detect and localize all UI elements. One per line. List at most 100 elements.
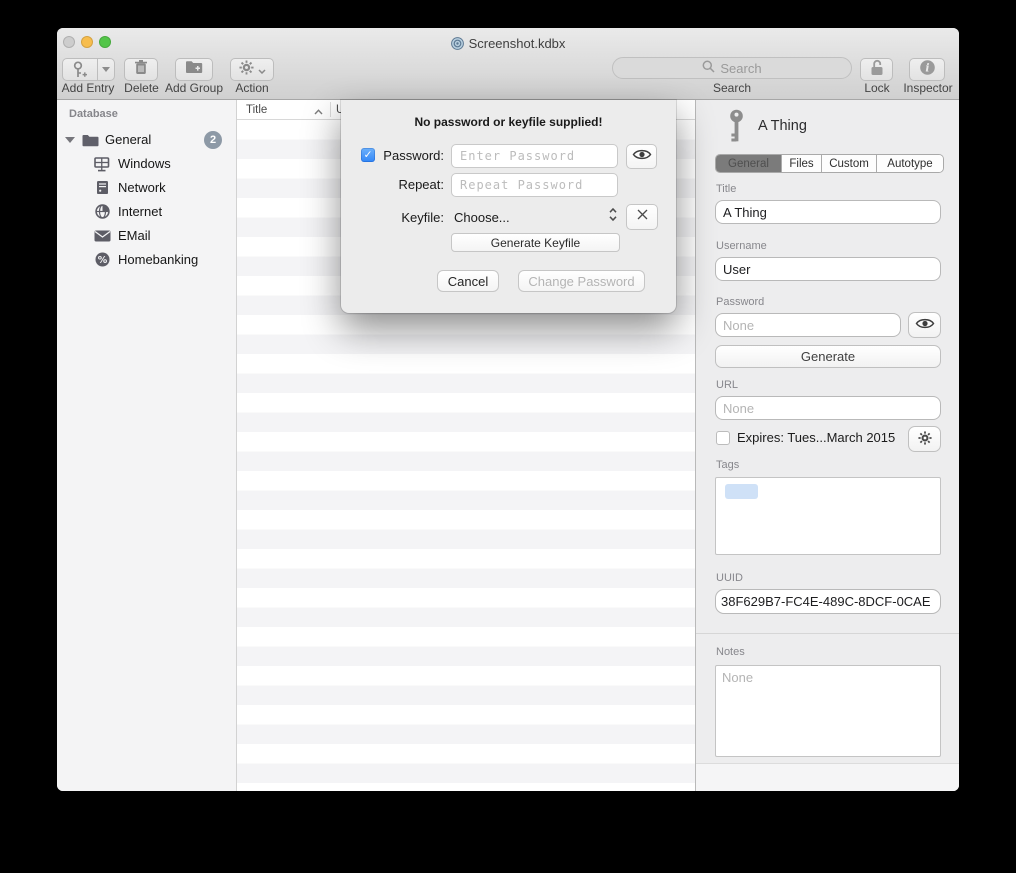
title-field[interactable]	[715, 200, 941, 224]
app-window: Screenshot.kdbx Add Entry Delete Add Gro…	[57, 28, 959, 791]
expires-checkbox[interactable]	[716, 431, 730, 445]
username-field[interactable]	[715, 257, 941, 281]
clear-keyfile-button[interactable]	[626, 204, 658, 230]
notes-label: Notes	[716, 646, 745, 658]
svg-text:i: i	[925, 61, 929, 74]
sort-ascending-icon	[314, 106, 323, 118]
dialog-repeat-field[interactable]	[451, 173, 618, 197]
inspector-panel: A Thing General Files Custom Autotype Ti…	[695, 100, 959, 791]
action-button[interactable]	[230, 58, 274, 81]
search-label: Search	[612, 81, 852, 95]
window-title: Screenshot.kdbx	[57, 36, 959, 51]
column-divider[interactable]	[330, 102, 331, 117]
trash-icon	[134, 59, 148, 80]
dialog-keyfile-label: Keyfile:	[376, 210, 444, 225]
change-password-button[interactable]: Change Password	[518, 270, 645, 292]
username-label: Username	[716, 240, 767, 252]
stepper-icon[interactable]	[608, 207, 618, 227]
url-label: URL	[716, 379, 738, 391]
password-checkbox[interactable]	[361, 148, 375, 162]
inspector-tabs: General Files Custom Autotype	[715, 154, 944, 173]
cancel-button[interactable]: Cancel	[437, 270, 499, 292]
generate-keyfile-button[interactable]: Generate Keyfile	[451, 233, 620, 252]
search-input[interactable]: Search	[612, 57, 852, 79]
folder-plus-icon	[185, 60, 203, 79]
chevron-down-icon	[258, 61, 266, 79]
dialog-password-field[interactable]	[451, 144, 618, 168]
reveal-password-button[interactable]	[908, 312, 941, 338]
search-placeholder: Search	[720, 61, 761, 76]
lock-open-icon	[869, 59, 885, 81]
sidebar-item-label: Network	[118, 180, 166, 195]
info-icon: i	[919, 59, 936, 81]
delete-button[interactable]	[124, 58, 158, 81]
url-field[interactable]	[715, 396, 941, 420]
section-divider	[696, 633, 959, 634]
window-title-text: Screenshot.kdbx	[469, 36, 566, 51]
windows-icon	[94, 157, 110, 175]
sidebar-item-email[interactable]: EMail	[57, 224, 236, 248]
sidebar-item-network[interactable]: Network	[57, 176, 236, 200]
expires-date-button[interactable]	[908, 426, 941, 452]
notes-field[interactable]	[715, 665, 941, 757]
titlebar-toolbar: Screenshot.kdbx Add Entry Delete Add Gro…	[57, 28, 959, 100]
uuid-label: UUID	[716, 572, 743, 584]
gear-icon	[239, 60, 254, 80]
globe-icon	[95, 204, 110, 222]
lock-label: Lock	[852, 81, 902, 95]
dialog-repeat-label: Repeat:	[376, 177, 444, 192]
uuid-field[interactable]	[715, 589, 941, 614]
tags-label: Tags	[716, 459, 739, 471]
chevron-down-icon	[102, 67, 110, 72]
sidebar-item-label: General	[105, 132, 151, 147]
server-icon	[96, 180, 109, 198]
key-icon	[729, 109, 744, 149]
sidebar-item-label: EMail	[118, 228, 151, 243]
tab-files[interactable]: Files	[782, 155, 822, 172]
document-icon	[451, 37, 464, 50]
tab-autotype[interactable]: Autotype	[877, 155, 943, 172]
sidebar-item-homebanking[interactable]: % Homebanking	[57, 248, 236, 272]
inspector-label: Inspector	[897, 81, 959, 95]
close-x-icon	[636, 208, 649, 226]
title-label: Title	[716, 183, 736, 195]
add-entry-dropdown[interactable]	[98, 67, 114, 72]
action-label: Action	[229, 81, 275, 95]
entry-count-badge: 2	[204, 131, 222, 149]
password-label: Password	[716, 296, 764, 308]
sheet-message: No password or keyfile supplied!	[341, 115, 676, 129]
add-entry-button[interactable]	[62, 58, 115, 81]
sidebar: Database General 2 Windows Network Inter…	[57, 100, 237, 791]
dialog-reveal-button[interactable]	[626, 144, 657, 169]
tags-field[interactable]	[715, 477, 941, 555]
gear-icon	[918, 431, 932, 448]
add-group-label: Add Group	[162, 81, 226, 95]
sidebar-item-windows[interactable]: Windows	[57, 152, 236, 176]
svg-text:%: %	[98, 255, 108, 266]
lock-button[interactable]	[860, 58, 893, 81]
add-group-button[interactable]	[175, 58, 213, 81]
sidebar-item-label: Internet	[118, 204, 162, 219]
key-plus-icon	[63, 61, 97, 79]
column-header-title[interactable]: Title	[246, 104, 267, 116]
tag-chip[interactable]	[725, 484, 758, 499]
tab-general[interactable]: General	[716, 155, 782, 172]
inspector-button[interactable]: i	[909, 58, 945, 81]
percent-icon: %	[95, 252, 110, 270]
generate-password-button[interactable]: Generate	[715, 345, 941, 368]
sidebar-item-general[interactable]: General 2	[57, 128, 236, 152]
password-field[interactable]	[715, 313, 901, 337]
sidebar-item-label: Windows	[118, 156, 171, 171]
disclosure-triangle-icon[interactable]	[65, 137, 75, 143]
entry-title: A Thing	[758, 118, 807, 134]
change-password-sheet: No password or keyfile supplied! Passwor…	[341, 100, 676, 313]
eye-icon	[915, 317, 935, 333]
folder-icon	[82, 134, 99, 150]
eye-icon	[632, 148, 652, 166]
sidebar-section-header: Database	[69, 108, 118, 120]
tab-custom[interactable]: Custom	[822, 155, 877, 172]
sidebar-item-label: Homebanking	[118, 252, 198, 267]
sidebar-item-internet[interactable]: Internet	[57, 200, 236, 224]
keyfile-popup[interactable]: Choose...	[454, 210, 510, 225]
expires-label: Expires: Tues...March 2015	[737, 430, 895, 445]
